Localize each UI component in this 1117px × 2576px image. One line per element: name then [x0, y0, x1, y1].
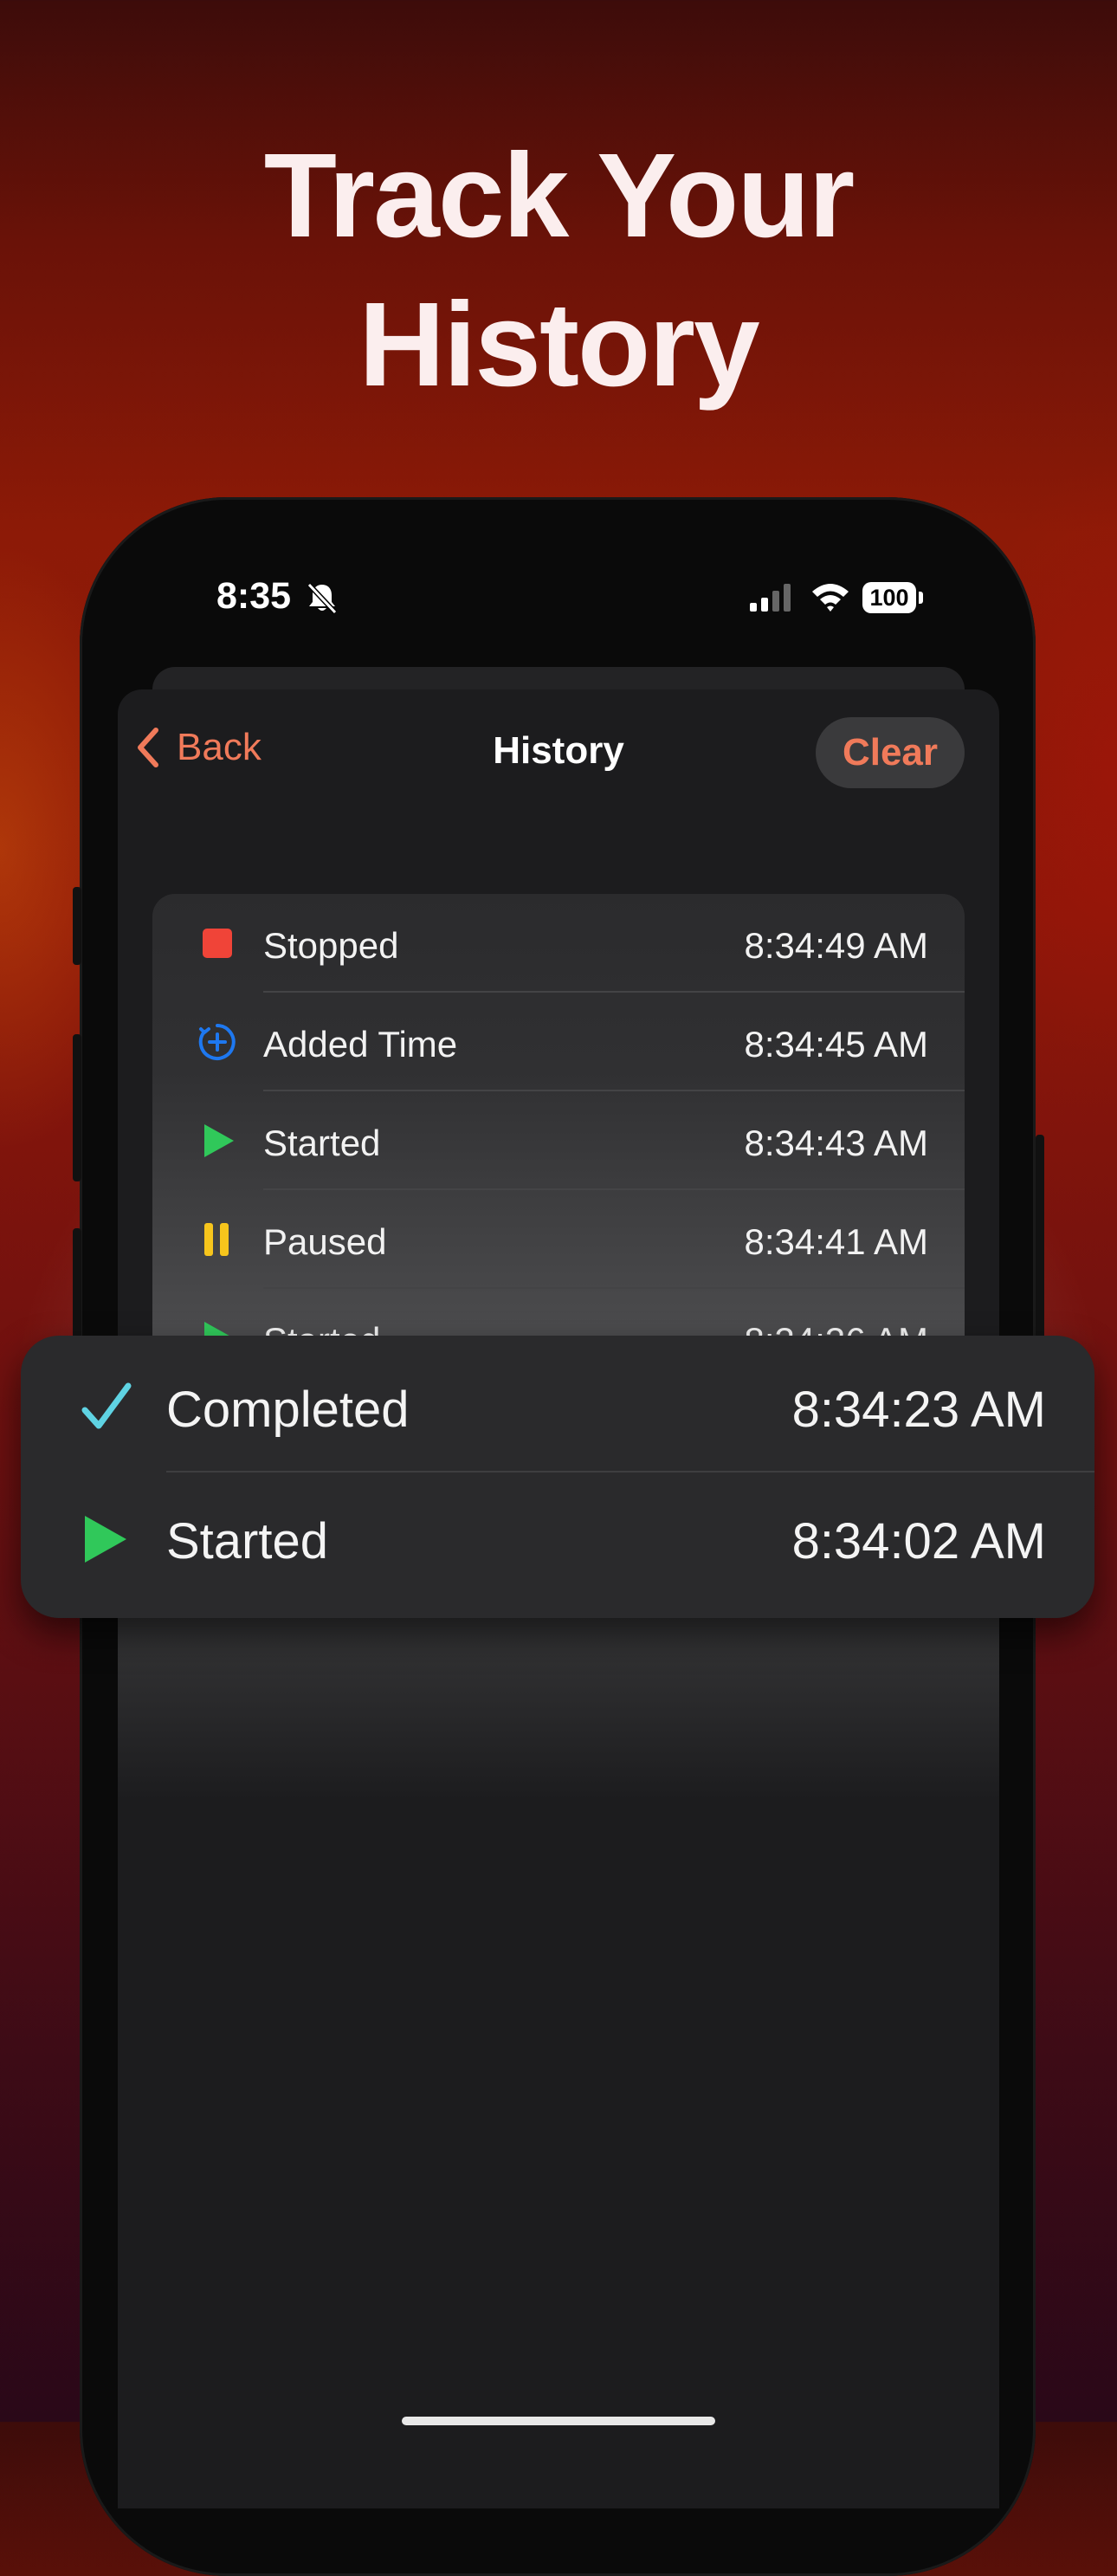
- list-item[interactable]: Started 8:34:43 AM: [152, 1091, 965, 1190]
- event-time: 8:34:45 AM: [744, 1024, 928, 1065]
- stop-square-icon: [197, 923, 237, 963]
- list-item[interactable]: Paused 8:34:41 AM: [152, 1190, 965, 1289]
- home-indicator: [402, 2417, 715, 2425]
- event-label: Paused: [263, 1221, 387, 1262]
- bell-slash-icon: [305, 580, 339, 619]
- checkmark-icon: [80, 1381, 133, 1434]
- marketing-headline: Track Your History: [0, 121, 1117, 419]
- row-divider: [166, 1471, 1094, 1472]
- list-item[interactable]: Stopped 8:34:49 AM: [152, 894, 965, 993]
- event-label: Added Time: [263, 1024, 458, 1065]
- history-list: Stopped 8:34:49 AM Added Time 8:34:45 AM…: [152, 894, 965, 1336]
- play-icon: [197, 1121, 237, 1161]
- event-time: 8:34:23 AM: [791, 1382, 1046, 1438]
- event-label: Started: [263, 1123, 381, 1163]
- battery-icon: 100: [862, 582, 916, 613]
- status-time: 8:35: [216, 575, 292, 617]
- battery-cap: [919, 592, 923, 604]
- event-label: Started: [166, 1513, 328, 1570]
- list-item[interactable]: Added Time 8:34:45 AM: [152, 993, 965, 1091]
- clear-button[interactable]: Clear: [816, 717, 965, 788]
- list-item[interactable]: Started 8:34:36 AM: [152, 1289, 965, 1336]
- event-label: Completed: [166, 1382, 410, 1438]
- event-time: 8:34:41 AM: [744, 1221, 928, 1262]
- event-label: Stopped: [263, 925, 399, 966]
- event-time: 8:34:49 AM: [744, 925, 928, 966]
- headline-line-1: Track Your: [263, 129, 856, 262]
- event-time: 8:34:43 AM: [744, 1123, 928, 1163]
- cellular-signal-icon: [748, 582, 795, 618]
- event-label: Started: [263, 1320, 380, 1336]
- highlight-card: Completed 8:34:23 AM Started 8:34:02 AM: [21, 1336, 1094, 1618]
- pause-icon: [197, 1220, 237, 1259]
- play-icon: [80, 1512, 133, 1566]
- event-time: 8:34:02 AM: [791, 1513, 1046, 1570]
- headline-line-2: History: [358, 278, 759, 411]
- event-time: 8:34:36 AM: [745, 1320, 928, 1336]
- list-item[interactable]: Completed 8:34:23 AM: [21, 1343, 1094, 1472]
- list-item[interactable]: Started 8:34:02 AM: [21, 1474, 1094, 1604]
- screen-shadow: [118, 1594, 999, 1802]
- phone-power-button: [1036, 1135, 1044, 1369]
- add-time-icon: [197, 1022, 237, 1062]
- phone-mute-switch: [73, 887, 81, 965]
- play-icon: [197, 1318, 237, 1336]
- wifi-icon: [810, 580, 850, 618]
- phone-volume-up-button: [73, 1034, 81, 1181]
